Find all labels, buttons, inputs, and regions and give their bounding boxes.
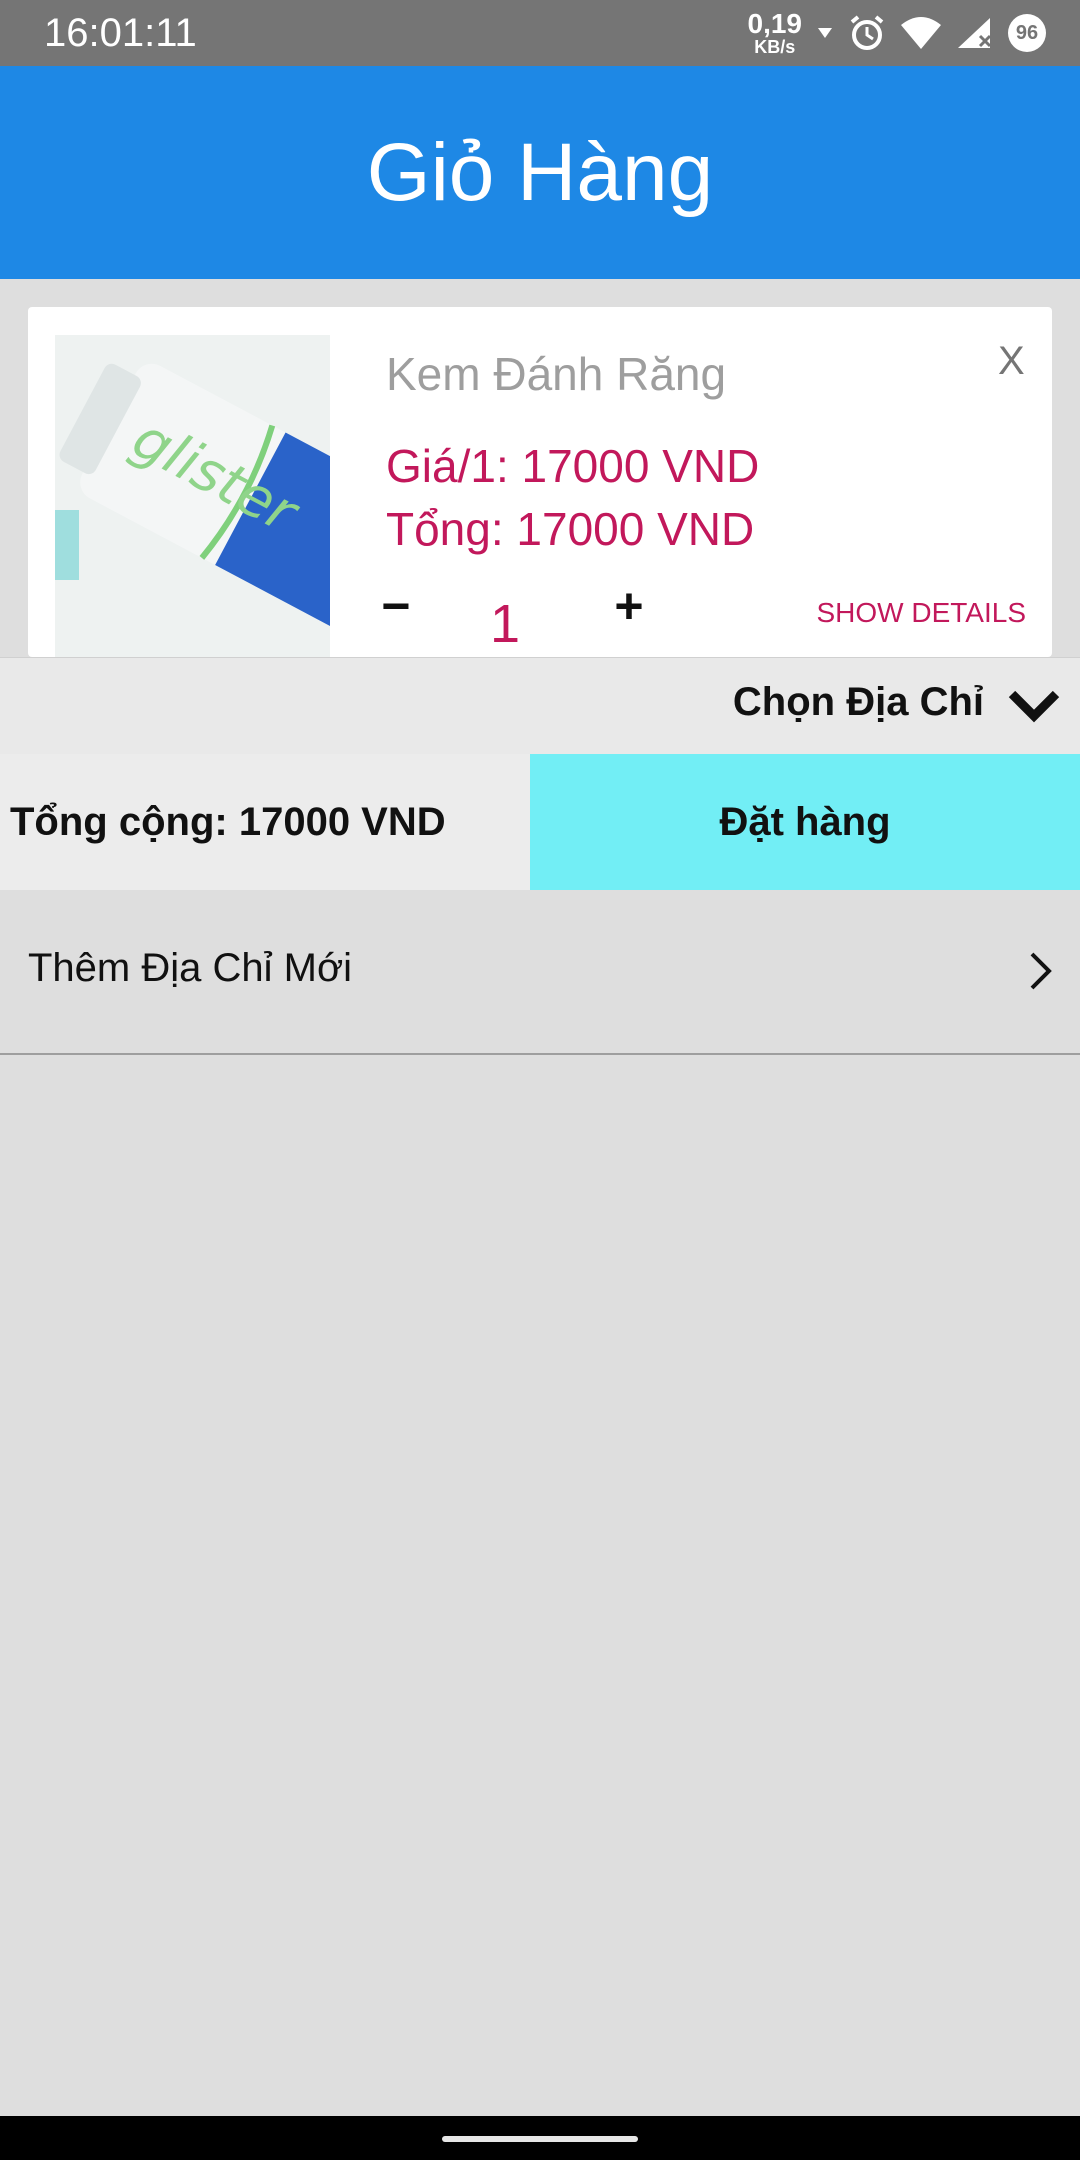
net-speed: 0,19 KB/s bbox=[747, 8, 803, 57]
address-selector-label: Chọn Địa Chỉ bbox=[732, 680, 984, 724]
battery-icon: 96 bbox=[1008, 14, 1046, 52]
increase-quantity-button[interactable]: + bbox=[604, 577, 654, 635]
grand-total: Tổng cộng: 17000 VND bbox=[0, 754, 530, 890]
alarm-icon bbox=[850, 15, 884, 50]
status-bar: 16:01:11 0,19 KB/s 96 bbox=[0, 0, 1080, 66]
show-details-button[interactable]: SHOW DETAILS bbox=[816, 597, 1026, 629]
checkout-bar: Tổng cộng: 17000 VND Đặt hàng bbox=[0, 754, 1080, 890]
decrease-quantity-button[interactable]: − bbox=[371, 577, 421, 635]
address-selector[interactable]: Chọn Địa Chỉ bbox=[0, 657, 1080, 755]
toothpaste-image: glister bbox=[55, 335, 330, 657]
app-bar: Giỏ Hàng bbox=[0, 66, 1080, 279]
remove-item-button[interactable]: X bbox=[998, 339, 1025, 384]
download-arrow-icon bbox=[818, 28, 832, 38]
net-speed-unit: KB/s bbox=[754, 37, 796, 57]
system-nav-bar bbox=[0, 2116, 1080, 2160]
signal-icon bbox=[958, 18, 992, 48]
chevron-down-icon[interactable] bbox=[1006, 684, 1062, 728]
status-time: 16:01:11 bbox=[44, 11, 197, 55]
wifi-icon bbox=[901, 17, 941, 49]
item-total: Tổng: 17000 VND bbox=[386, 503, 755, 555]
product-image: glister bbox=[55, 335, 330, 657]
product-name: Kem Đánh Răng bbox=[386, 348, 727, 400]
place-order-button[interactable]: Đặt hàng bbox=[530, 754, 1080, 890]
cart-item: glister Kem Đánh Răng X Giá/1: 17000 VND… bbox=[28, 307, 1052, 657]
page-title: Giỏ Hàng bbox=[366, 126, 714, 218]
quantity-value: 1 bbox=[490, 594, 521, 654]
status-icons: 0,19 KB/s 96 bbox=[747, 8, 1046, 58]
add-address-label: Thêm Địa Chỉ Mới bbox=[28, 946, 353, 990]
chevron-right-icon bbox=[1030, 952, 1052, 990]
unit-price: Giá/1: 17000 VND bbox=[386, 440, 760, 492]
add-address-row[interactable]: Thêm Địa Chỉ Mới bbox=[0, 890, 1080, 1055]
net-speed-value: 0,19 bbox=[747, 8, 803, 39]
home-gesture-handle[interactable] bbox=[442, 2136, 638, 2142]
